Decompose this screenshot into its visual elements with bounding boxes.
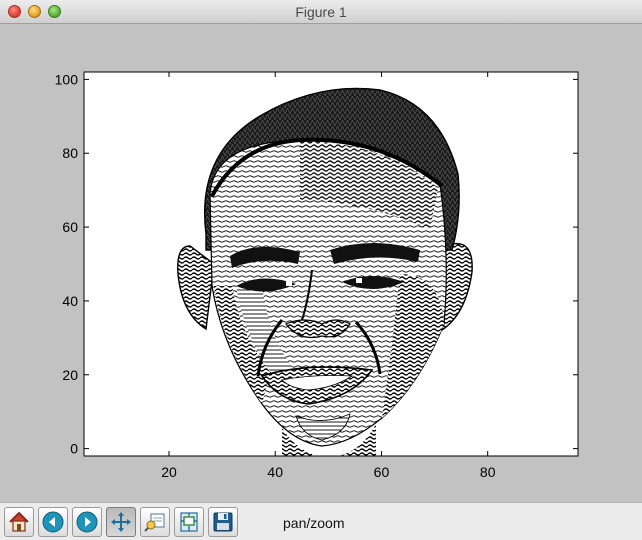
back-button[interactable] bbox=[38, 507, 68, 537]
figure-canvas[interactable]: 20 40 60 80 0 20 40 60 80 100 bbox=[0, 24, 642, 502]
x-tick-label: 60 bbox=[374, 464, 390, 480]
configure-subplots-button[interactable] bbox=[174, 507, 204, 537]
pan-button[interactable] bbox=[106, 507, 136, 537]
y-tick-label: 0 bbox=[70, 441, 78, 457]
save-icon bbox=[213, 512, 233, 532]
zoom-to-rect-button[interactable] bbox=[140, 507, 170, 537]
save-button[interactable] bbox=[208, 507, 238, 537]
x-tick-label: 80 bbox=[480, 464, 496, 480]
navigation-toolbar: pan/zoom bbox=[0, 502, 642, 540]
y-tick-label: 80 bbox=[62, 145, 78, 161]
home-icon bbox=[9, 511, 29, 532]
x-tick-label: 20 bbox=[161, 464, 177, 480]
zoom-to-rect-icon bbox=[144, 513, 165, 532]
configure-subplots-icon bbox=[180, 512, 198, 532]
pan-move-icon bbox=[111, 512, 131, 532]
y-tick-label: 40 bbox=[62, 293, 78, 309]
left-eye-highlight bbox=[286, 280, 292, 286]
home-button[interactable] bbox=[4, 507, 34, 537]
plot-svg[interactable]: 20 40 60 80 0 20 40 60 80 100 bbox=[0, 24, 642, 502]
window-title: Figure 1 bbox=[295, 4, 347, 20]
title-bar: Figure 1 bbox=[0, 0, 642, 24]
right-eye-highlight bbox=[356, 278, 362, 283]
forward-arrow-icon bbox=[76, 511, 98, 533]
y-tick-label: 60 bbox=[62, 219, 78, 235]
y-tick-label: 20 bbox=[62, 367, 78, 383]
x-tick-label: 40 bbox=[267, 464, 283, 480]
back-arrow-icon bbox=[42, 511, 64, 533]
y-tick-label: 100 bbox=[55, 71, 79, 87]
toolbar-status-text: pan/zoom bbox=[283, 515, 345, 531]
forward-button[interactable] bbox=[72, 507, 102, 537]
